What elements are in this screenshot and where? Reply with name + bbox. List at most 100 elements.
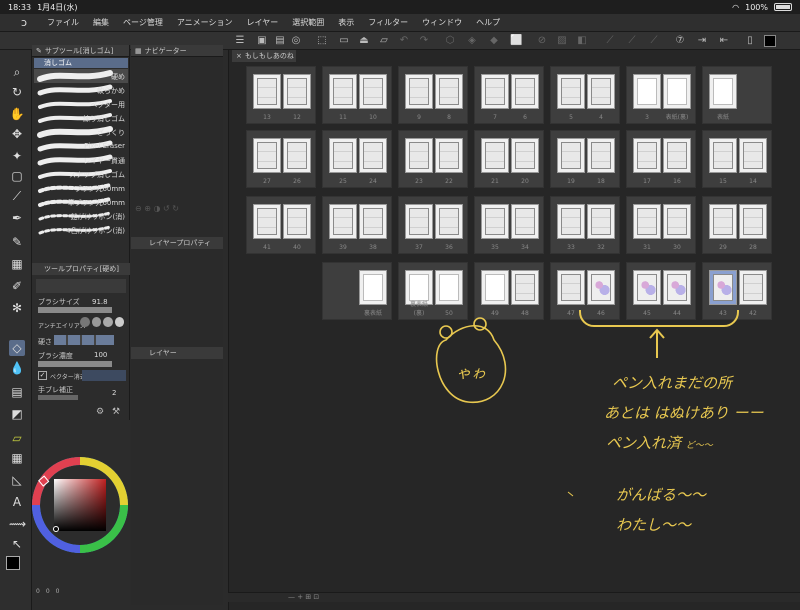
page-spread[interactable]: 21 20	[474, 130, 544, 188]
antialias-mid[interactable]	[103, 317, 113, 327]
page-spread[interactable]: 19 18	[550, 130, 620, 188]
balloon-icon[interactable]: ⟿	[9, 516, 26, 532]
page-thumbnail[interactable]	[481, 270, 509, 305]
subtool-item[interactable]: 4色がけリボン(消)	[34, 223, 128, 237]
page-spread[interactable]: 表紙	[702, 66, 772, 124]
color-wheel[interactable]	[32, 420, 130, 560]
page-spread[interactable]: 27 26	[246, 130, 316, 188]
menu-page-management[interactable]: ページ管理	[116, 17, 170, 28]
antialias-weak[interactable]	[91, 317, 101, 327]
color-swatch-icon[interactable]	[764, 35, 776, 47]
page-thumbnail[interactable]	[557, 270, 585, 305]
subtool-item[interactable]: ざっくり	[34, 125, 128, 139]
page-thumbnail[interactable]	[709, 74, 737, 109]
menu-selection[interactable]: 選択範囲	[285, 17, 331, 28]
hardness-selector[interactable]	[54, 335, 114, 345]
subtool-item[interactable]: ベクター用	[34, 97, 128, 111]
page-thumbnail[interactable]	[587, 204, 615, 239]
page-spread[interactable]: 35 34	[474, 196, 544, 254]
text-icon[interactable]: A	[9, 494, 25, 510]
import-icon[interactable]: ⇥	[696, 35, 708, 47]
page-spread[interactable]: 76	[474, 66, 544, 124]
document-tab[interactable]: × もしもしあのね	[232, 50, 296, 62]
menu-help[interactable]: ヘルプ	[469, 17, 507, 28]
clear-icon[interactable]: ▨	[556, 35, 568, 47]
blend-icon[interactable]: 💧	[9, 360, 25, 376]
help-icon[interactable]: ⑦	[674, 35, 686, 47]
page-thumbnail[interactable]	[481, 204, 509, 239]
navigator-controls[interactable]: ⊖ ⊕ ◑ ↺ ↻	[131, 200, 223, 230]
antialias-options[interactable]	[80, 317, 124, 329]
page-thumbnail[interactable]	[709, 138, 737, 173]
fill-icon[interactable]: ◈	[466, 35, 478, 47]
page-spread[interactable]: 23 22	[398, 130, 468, 188]
brush-icon[interactable]: ▦	[9, 256, 25, 272]
page-spread[interactable]: 41 40	[246, 196, 316, 254]
app-logo-icon[interactable]: ↄ	[16, 16, 32, 30]
page-thumbnail[interactable]	[481, 138, 509, 173]
crop-icon[interactable]: ⬜	[510, 35, 522, 47]
subtool-item[interactable]: Pixel Eraser	[34, 139, 128, 153]
page-thumbnail[interactable]	[557, 204, 585, 239]
ruler-icon[interactable]: ⟋	[604, 35, 616, 47]
menu-edit[interactable]: 編集	[86, 17, 116, 28]
page-thumbnail[interactable]	[709, 204, 737, 239]
zoom-icon[interactable]: ⌕	[9, 64, 25, 80]
page-thumbnail[interactable]	[633, 138, 661, 173]
airbrush-icon[interactable]: ✐	[9, 278, 25, 294]
wrench-icon[interactable]: ⚙	[96, 407, 106, 417]
menu-icon[interactable]: ☰	[234, 35, 246, 47]
vector-eraser-mode[interactable]	[82, 370, 126, 381]
page-thumbnail[interactable]	[405, 204, 433, 239]
subtool-item[interactable]: スナップ消しゴム	[34, 167, 128, 181]
close-tab-icon[interactable]: ×	[236, 52, 242, 60]
share-icon[interactable]: ⇤	[718, 35, 730, 47]
stabilization-slider[interactable]	[38, 395, 78, 400]
transform-icon[interactable]: ⬡	[444, 35, 456, 47]
page-thumbnail[interactable]	[587, 138, 615, 173]
subtool-item[interactable]: 鎧がけリボン(消)	[34, 209, 128, 223]
page-thumbnail[interactable]	[435, 138, 463, 173]
menu-window[interactable]: ウィンドウ	[415, 17, 469, 28]
pen-icon[interactable]: ✒	[9, 210, 25, 226]
page-thumbnail[interactable]	[359, 74, 387, 109]
page-thumbnail[interactable]	[663, 138, 691, 173]
invert-icon[interactable]: ◧	[576, 35, 588, 47]
snap-icon[interactable]: ⟋	[648, 35, 660, 47]
layer-view-icon[interactable]: ▤	[274, 35, 286, 47]
page-thumbnail[interactable]	[511, 74, 539, 109]
page-thumbnail[interactable]	[481, 74, 509, 109]
settings-icon[interactable]: ◎	[290, 35, 302, 47]
page-thumbnail[interactable]	[359, 204, 387, 239]
page-thumbnail[interactable]	[435, 204, 463, 239]
select-icon[interactable]: ⬚	[316, 35, 328, 47]
export-icon[interactable]: ▱	[378, 35, 390, 47]
ruler-tool-icon[interactable]: ◺	[9, 472, 25, 488]
selection-icon[interactable]: ▢	[9, 168, 25, 184]
page-thumbnail[interactable]	[557, 74, 585, 109]
main-color-swatch[interactable]	[6, 556, 20, 570]
menu-view[interactable]: 表示	[331, 17, 361, 28]
page-spread[interactable]: 13 12	[246, 66, 316, 124]
decoration-icon[interactable]: ✻	[9, 300, 25, 316]
page-thumbnail[interactable]	[587, 270, 615, 305]
page-thumbnail[interactable]	[329, 204, 357, 239]
page-thumbnail[interactable]	[405, 74, 433, 109]
page-thumbnail[interactable]	[253, 74, 281, 109]
menu-filter[interactable]: フィルター	[361, 17, 415, 28]
page-thumbnail[interactable]	[283, 74, 311, 109]
correction-icon[interactable]: ↖	[9, 536, 25, 552]
page-thumbnail[interactable]	[511, 270, 539, 305]
page-thumbnail[interactable]	[435, 74, 463, 109]
subtool-item[interactable]: 練り消しゴム	[34, 111, 128, 125]
page-thumbnail[interactable]	[253, 138, 281, 173]
brush-size-slider[interactable]	[38, 307, 112, 313]
page-thumbnail[interactable]	[663, 74, 691, 109]
page-spread[interactable]: 25 24	[322, 130, 392, 188]
page-thumbnail[interactable]	[253, 204, 281, 239]
page-spread[interactable]: 33 32	[550, 196, 620, 254]
page-thumbnail[interactable]	[633, 270, 661, 305]
page-thumbnail[interactable]	[359, 138, 387, 173]
new-icon[interactable]: ▣	[256, 35, 268, 47]
subtool-item[interactable]: レイヤー貫通	[34, 153, 128, 167]
